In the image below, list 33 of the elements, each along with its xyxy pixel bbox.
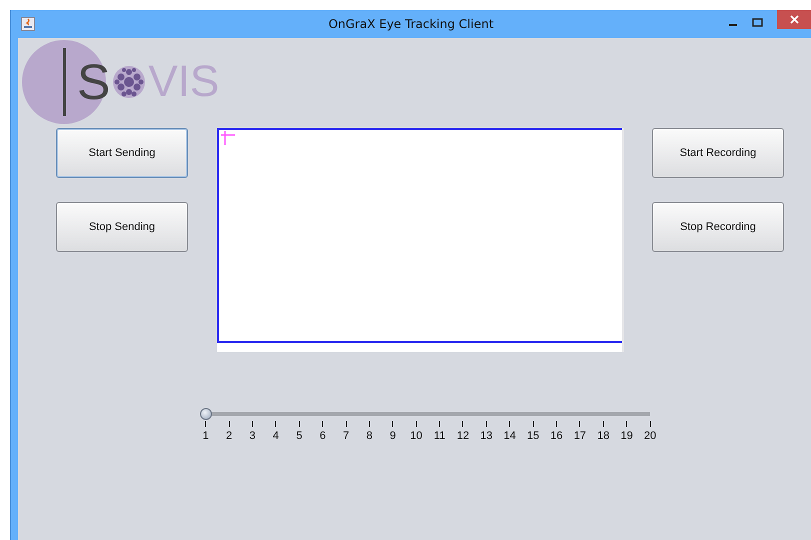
record-button[interactable]: Start Recording — [652, 128, 784, 178]
tick-label: 1 — [202, 430, 209, 442]
tick-label: 13 — [480, 430, 492, 442]
window-title: OnGraX Eye Tracking Client — [327, 17, 495, 31]
tick-label: 5 — [296, 430, 302, 442]
tick-label: 17 — [574, 430, 586, 442]
send-button[interactable]: Stop Sending — [56, 202, 188, 252]
tick-label: 9 — [390, 430, 396, 442]
tick-label: 14 — [504, 430, 516, 442]
tick-label: 10 — [410, 430, 422, 442]
tick-label: 19 — [620, 430, 633, 442]
tick-label: 18 — [597, 430, 610, 442]
tick-label: 2 — [226, 430, 232, 442]
crosshair-icon — [221, 131, 235, 145]
logo-letter: S — [77, 57, 110, 107]
tick-label: 4 — [272, 430, 279, 442]
send-button[interactable]: Start Sending — [56, 128, 188, 178]
tick-label: 3 — [249, 430, 256, 442]
berry-icon — [112, 65, 146, 99]
close-button[interactable] — [777, 10, 811, 29]
tick-label: 15 — [527, 430, 540, 442]
tick-label: 12 — [456, 430, 470, 442]
tick-label: 8 — [366, 430, 372, 442]
maximize-icon[interactable] — [752, 18, 763, 28]
tick-label: 11 — [434, 430, 446, 442]
tick-label: 7 — [342, 430, 350, 442]
record-button[interactable]: Stop Recording — [652, 202, 784, 252]
java-icon — [21, 17, 35, 31]
slider-thumb[interactable] — [200, 408, 212, 420]
tick-label: 20 — [644, 430, 656, 442]
tick-label: 6 — [320, 430, 326, 442]
close-icon — [790, 15, 798, 24]
tick-label: 16 — [550, 430, 563, 442]
